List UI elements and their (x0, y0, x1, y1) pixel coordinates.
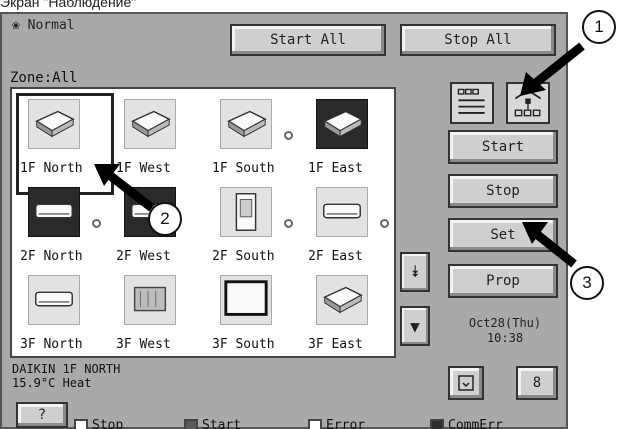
callout-3: 3 (570, 266, 604, 300)
ceiling-cassette-icon (220, 99, 272, 149)
callout-1: 1 (582, 10, 616, 44)
unit-tile[interactable]: 3F South (212, 273, 308, 361)
set-button[interactable]: Set (448, 218, 558, 252)
building-layout-icon (514, 89, 542, 117)
monitor-panel: ❀ Normal Start All Stop All Zone:All 1F … (0, 12, 568, 429)
unit-tile[interactable]: 2F South (212, 185, 308, 273)
selected-unit-info: DAIKIN 1F NORTH 15.9°C Heat (12, 362, 120, 390)
status-indicator (92, 219, 101, 228)
ceiling-cassette-icon (124, 99, 176, 149)
legend-commerr-swatch (430, 418, 444, 429)
ceiling-cassette-icon (28, 99, 80, 149)
status-indicator (284, 131, 293, 140)
current-time: 10:38 (486, 331, 524, 345)
panel-unit-icon (220, 275, 272, 325)
unit-label: 3F North (20, 337, 83, 352)
chevron-down-icon: ▼ (410, 316, 420, 336)
unit-tile[interactable]: 1F West (116, 97, 212, 185)
legend-start-swatch (184, 418, 198, 429)
unit-label: 1F North (20, 161, 83, 176)
unit-label: 3F South (212, 337, 275, 352)
date-time-display: Oct28(Thu) 10:38 (446, 316, 564, 346)
selected-unit-status: 15.9°C Heat (12, 376, 92, 390)
unit-label: 2F South (212, 249, 275, 264)
page-button[interactable]: 8 (516, 366, 558, 400)
stop-all-button[interactable]: Stop All (400, 24, 556, 56)
unit-tile[interactable]: 3F North (20, 273, 116, 361)
legend-stop-swatch (74, 418, 88, 429)
unit-tile[interactable]: 3F West (116, 273, 212, 361)
current-date: Oct28(Thu) (468, 316, 542, 330)
start-all-button[interactable]: Start All (230, 24, 386, 56)
unit-label: 2F West (116, 249, 171, 264)
legend-error-label: Error (326, 418, 366, 429)
ceiling-cassette-icon (316, 275, 368, 325)
menu-button[interactable] (448, 366, 484, 400)
unit-tile[interactable]: 2F North (20, 185, 116, 273)
scroll-down-button[interactable]: ▼ (400, 306, 430, 346)
list-view-icon (457, 88, 485, 114)
legend-commerr: CommErr (430, 418, 503, 429)
floor-standing-unit-icon (220, 187, 272, 237)
legend-error-swatch (308, 418, 322, 429)
unit-label: 2F East (308, 249, 363, 264)
list-view-button[interactable] (450, 82, 494, 124)
legend-stop-label: Stop (92, 418, 124, 429)
unit-grid: 1F North 1F West 1F South 1F East 2F North 2F… (10, 87, 396, 358)
zone-label: Zone:All (10, 70, 78, 86)
legend-start: Start (184, 418, 241, 429)
unit-tile[interactable]: 1F South (212, 97, 308, 185)
ceiling-cassette-icon (316, 99, 368, 149)
unit-label: 1F West (116, 161, 171, 176)
return-icon (458, 375, 474, 391)
operation-mode-label: ❀ Normal (12, 18, 75, 33)
legend-stop: Stop (74, 418, 123, 429)
unit-tile[interactable]: 1F North (16, 93, 116, 195)
double-chevron-icon: ⯯ (410, 262, 420, 281)
unit-tile[interactable]: 2F East (308, 185, 404, 273)
unit-label: 1F South (212, 161, 275, 176)
legend-error: Error (308, 418, 365, 429)
help-button[interactable]: ? (16, 402, 68, 428)
wall-mount-unit-icon (28, 187, 80, 237)
legend-start-label: Start (202, 418, 242, 429)
wall-mount-unit-icon (316, 187, 368, 237)
status-indicator (284, 219, 293, 228)
duct-unit-icon (124, 275, 176, 325)
stop-button[interactable]: Stop (448, 174, 558, 208)
unit-label: 1F East (308, 161, 363, 176)
wall-mount-unit-icon (28, 275, 80, 325)
unit-label: 3F East (308, 337, 363, 352)
scroll-up-button[interactable]: ⯯ (400, 252, 430, 292)
prop-button[interactable]: Prop (448, 264, 558, 298)
start-button[interactable]: Start (448, 130, 558, 164)
unit-label: 2F North (20, 249, 83, 264)
unit-tile[interactable]: 3F East (308, 273, 404, 361)
callout-2: 2 (148, 202, 182, 236)
selected-unit-name: DAIKIN 1F NORTH (12, 362, 121, 376)
status-indicator (380, 219, 389, 228)
legend-commerr-label: CommErr (448, 418, 503, 429)
unit-label: 3F West (116, 337, 171, 352)
screen-caption: Экран "Наблюдение" (0, 0, 137, 10)
layout-view-button[interactable] (506, 82, 550, 124)
unit-tile[interactable]: 1F East (308, 97, 404, 185)
